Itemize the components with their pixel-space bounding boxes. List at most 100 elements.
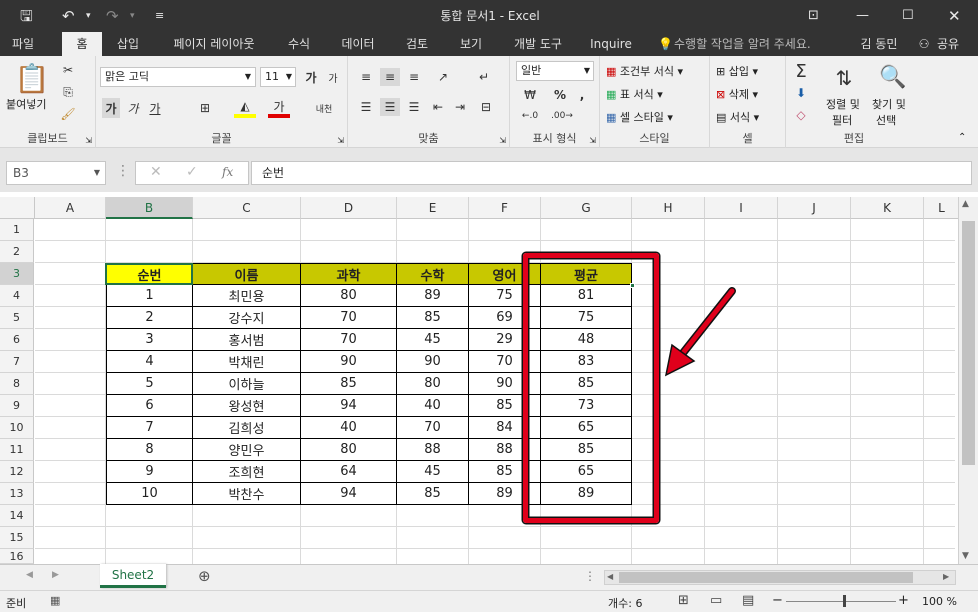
cancel-icon[interactable]: ✕ (150, 164, 162, 180)
tell-me-input[interactable]: 수행할 작업을 알려 주세요. (674, 32, 824, 56)
font-name-select[interactable]: 맑은 고딕 ▼ (100, 67, 256, 87)
font-color-button[interactable]: 가 (268, 98, 290, 118)
table-cell[interactable]: 1 (106, 285, 193, 307)
tab-data[interactable]: 데이터 (334, 32, 382, 56)
align-left-icon[interactable]: ☰ (356, 98, 376, 116)
table-cell[interactable]: 박찬수 (193, 483, 301, 505)
table-cell[interactable]: 조희현 (193, 461, 301, 483)
dialog-launcher-icon[interactable]: ⇲ (589, 136, 596, 145)
customize-toolbar-icon[interactable]: ≡ (155, 0, 164, 32)
row-header-8[interactable]: 8 (0, 373, 34, 395)
table-cell[interactable]: 90 (397, 351, 469, 373)
table-cell[interactable]: 2 (106, 307, 193, 329)
table-cell[interactable]: 85 (397, 307, 469, 329)
table-cell[interactable]: 이하늘 (193, 373, 301, 395)
table-cell[interactable]: 88 (397, 439, 469, 461)
close-icon[interactable]: ✕ (948, 0, 961, 32)
tab-insert[interactable]: 삽입 (108, 32, 148, 56)
column-header-b[interactable]: B (106, 197, 193, 219)
select-all-corner[interactable] (0, 197, 35, 219)
table-cell[interactable]: 64 (301, 461, 397, 483)
formula-input[interactable]: 순번 (251, 161, 972, 185)
normal-view-icon[interactable]: ⊞ (678, 593, 689, 608)
fill-color-icon[interactable]: ◭ (234, 98, 256, 118)
format-painter-icon[interactable]: 🖌 (58, 104, 78, 124)
row-header-4[interactable]: 4 (0, 285, 34, 307)
vertical-scrollbar[interactable]: ▲ ▼ (958, 197, 978, 565)
table-cell[interactable]: 홍서범 (193, 329, 301, 351)
scroll-up-icon[interactable]: ▲ (962, 199, 969, 209)
delete-cells-button[interactable]: ⊠ 삭제 ▾ (716, 86, 758, 102)
column-header-e[interactable]: E (397, 197, 469, 219)
zoom-in-icon[interactable]: + (898, 593, 909, 608)
macro-record-icon[interactable]: ▦ (50, 594, 60, 607)
sort-filter-icon[interactable]: ⇅ (830, 64, 858, 92)
percent-button[interactable]: % (550, 86, 570, 104)
format-cells-button[interactable]: ▤ 서식 ▾ (716, 109, 759, 125)
page-layout-view-icon[interactable]: ▭ (710, 593, 722, 608)
row-header-15[interactable]: 15 (0, 527, 34, 549)
row-header-3[interactable]: 3 (0, 263, 34, 285)
dialog-launcher-icon[interactable]: ⇲ (337, 136, 344, 145)
wrap-text-icon[interactable]: ↵ (474, 68, 494, 86)
row-header-7[interactable]: 7 (0, 351, 34, 373)
align-center-icon[interactable]: ☰ (380, 98, 400, 116)
row-header-10[interactable]: 10 (0, 417, 34, 439)
table-cell[interactable]: 45 (397, 461, 469, 483)
bold-button[interactable]: 가 (102, 98, 120, 118)
zoom-slider[interactable] (786, 601, 896, 602)
table-cell[interactable]: 박채린 (193, 351, 301, 373)
row-header-13[interactable]: 13 (0, 483, 34, 505)
insert-cells-button[interactable]: ⊞ 삽입 ▾ (716, 63, 758, 79)
comma-button[interactable]: , (574, 86, 590, 104)
copy-icon[interactable]: ⎘ (58, 82, 78, 102)
format-as-table-button[interactable]: ▦ 표 서식 ▾ (606, 86, 663, 102)
row-header-12[interactable]: 12 (0, 461, 34, 483)
name-box[interactable]: B3 ▼ (6, 161, 106, 185)
paste-icon[interactable]: 📋 (14, 62, 50, 95)
table-cell[interactable]: 90 (301, 351, 397, 373)
table-cell[interactable]: 김희성 (193, 417, 301, 439)
increase-indent-icon[interactable]: ⇥ (450, 98, 470, 116)
vertical-scroll-thumb[interactable] (962, 221, 975, 465)
tab-review[interactable]: 검토 (398, 32, 436, 56)
table-cell[interactable]: 80 (301, 439, 397, 461)
merge-center-icon[interactable]: ⊟ (474, 98, 498, 116)
share-button[interactable]: 공유 (932, 32, 964, 56)
italic-button[interactable]: 가 (124, 98, 142, 118)
zoom-level[interactable]: 100 % (922, 595, 957, 608)
row-header-2[interactable]: 2 (0, 241, 34, 263)
cut-icon[interactable]: ✂ (58, 60, 78, 80)
paste-label[interactable]: 붙여넣기 (6, 96, 46, 112)
row-header-14[interactable]: 14 (0, 505, 34, 527)
undo-dropdown-icon[interactable]: ▾ (86, 0, 91, 32)
increase-font-icon[interactable]: 가 (302, 68, 320, 86)
table-cell[interactable]: 70 (397, 417, 469, 439)
user-name[interactable]: 김 동민 (854, 32, 904, 56)
find-select-label-1[interactable]: 찾기 및 (872, 96, 906, 112)
table-cell[interactable]: 4 (106, 351, 193, 373)
save-icon[interactable]: 🖫 (20, 0, 33, 32)
table-cell[interactable]: 40 (301, 417, 397, 439)
column-header-k[interactable]: K (851, 197, 924, 219)
redo-icon[interactable]: ↷ (106, 0, 119, 32)
tab-formulas[interactable]: 수식 (280, 32, 318, 56)
table-header-cell[interactable]: 과학 (301, 263, 397, 285)
column-header-j[interactable]: J (778, 197, 851, 219)
collapse-ribbon-icon[interactable]: ⌃ (958, 132, 966, 143)
align-top-icon[interactable]: ≡ (356, 68, 376, 86)
table-cell[interactable]: 94 (301, 483, 397, 505)
table-cell[interactable]: 8 (106, 439, 193, 461)
tab-home[interactable]: 홈 (62, 32, 102, 56)
table-header-cell[interactable]: 순번 (106, 263, 193, 285)
align-right-icon[interactable]: ☰ (404, 98, 424, 116)
row-header-9[interactable]: 9 (0, 395, 34, 417)
table-cell[interactable]: 80 (397, 373, 469, 395)
undo-icon[interactable]: ↶ (62, 0, 75, 32)
row-header-1[interactable]: 1 (0, 219, 34, 241)
phonetic-icon[interactable]: 내천 (310, 98, 338, 118)
table-cell[interactable]: 70 (301, 307, 397, 329)
new-sheet-icon[interactable]: ⊕ (198, 567, 211, 585)
table-cell[interactable]: 왕성현 (193, 395, 301, 417)
table-cell[interactable]: 6 (106, 395, 193, 417)
